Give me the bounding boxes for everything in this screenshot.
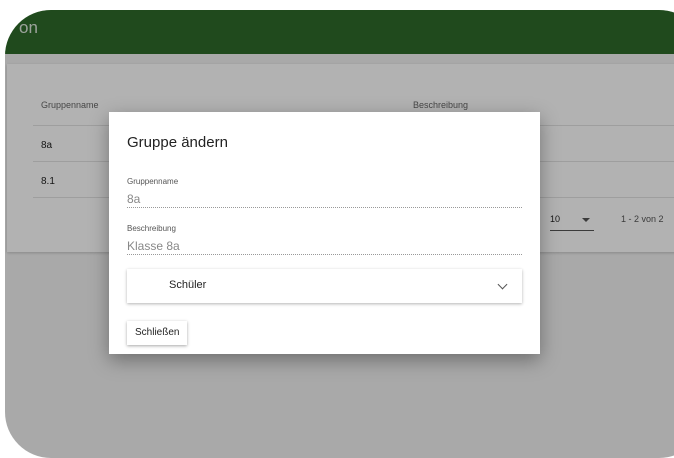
- students-expander[interactable]: Schüler: [127, 269, 522, 303]
- screenshot-frame: on Gruppenname Beschreibung 8a 8.1 10 1 …: [0, 0, 674, 458]
- edit-group-dialog: Gruppe ändern Gruppenname Beschreibung S…: [109, 112, 540, 354]
- group-name-input[interactable]: [127, 191, 522, 208]
- description-label: Beschreibung: [127, 224, 176, 233]
- dialog-title: Gruppe ändern: [127, 134, 228, 151]
- group-name-label: Gruppenname: [127, 177, 179, 186]
- description-input[interactable]: [127, 238, 522, 255]
- chevron-down-icon: [497, 279, 508, 290]
- students-expander-label: Schüler: [169, 279, 207, 291]
- close-button[interactable]: Schließen: [127, 321, 188, 345]
